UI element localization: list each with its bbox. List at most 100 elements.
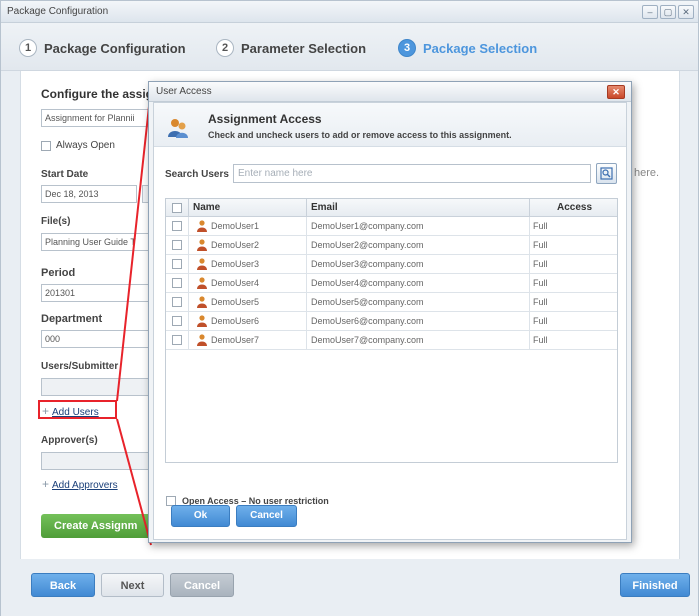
user-icon bbox=[197, 334, 207, 346]
table-row[interactable]: DemoUser3 DemoUser3@company.com Full bbox=[166, 255, 617, 274]
users-submitter-field[interactable] bbox=[41, 378, 151, 396]
files-field[interactable]: Planning User Guide T bbox=[41, 233, 151, 251]
row-checkbox[interactable] bbox=[172, 335, 182, 345]
users-table: Name Email Access DemoUser1 DemoUser1@com… bbox=[165, 198, 618, 463]
close-button[interactable]: ✕ bbox=[678, 5, 694, 19]
table-row[interactable]: DemoUser6 DemoUser6@company.com Full bbox=[166, 312, 617, 331]
user-icon bbox=[197, 258, 207, 270]
user-name-cell: DemoUser6 bbox=[211, 316, 260, 326]
row-checkbox[interactable] bbox=[172, 240, 182, 250]
user-access-dialog: User Access ✕ Assignment Access Check an… bbox=[148, 81, 632, 543]
row-checkbox[interactable] bbox=[172, 259, 182, 269]
step-label: Package Selection bbox=[423, 40, 538, 56]
department-field[interactable]: 000 bbox=[41, 330, 151, 348]
add-approvers-label: Add Approvers bbox=[52, 480, 118, 491]
step-package-configuration[interactable]: 1 Package Configuration bbox=[19, 39, 186, 57]
wizard-footer: Back Next Cancel Finished bbox=[1, 559, 698, 616]
dialog-cancel-button[interactable]: Cancel bbox=[236, 505, 297, 527]
wizard-steps: 1 Package Configuration 2 Parameter Sele… bbox=[1, 23, 698, 71]
user-access-cell: Full bbox=[533, 297, 548, 307]
approvers-field[interactable] bbox=[41, 452, 151, 470]
dialog-titlebar: User Access ✕ bbox=[149, 82, 631, 102]
back-button[interactable]: Back bbox=[31, 573, 95, 597]
window-titlebar: Package Configuration – ▢ ✕ bbox=[1, 1, 698, 23]
user-icon bbox=[197, 239, 207, 251]
approvers-label: Approver(s) bbox=[41, 435, 98, 446]
search-button[interactable] bbox=[596, 163, 617, 184]
dialog-body: Assignment Access Check and uncheck user… bbox=[153, 102, 627, 540]
configure-title: Configure the assig bbox=[41, 87, 154, 101]
minimize-button[interactable]: – bbox=[642, 5, 658, 19]
next-button[interactable]: Next bbox=[101, 573, 164, 597]
user-email-cell: DemoUser4@company.com bbox=[311, 278, 424, 288]
row-checkbox[interactable] bbox=[172, 221, 182, 231]
assignment-name-field[interactable]: Assignment for Plannii bbox=[41, 109, 151, 127]
row-checkbox[interactable] bbox=[172, 278, 182, 288]
start-date-label: Start Date bbox=[41, 169, 89, 180]
add-approvers-link[interactable]: + Add Approvers bbox=[42, 477, 118, 491]
step-label: Parameter Selection bbox=[241, 40, 367, 56]
table-row[interactable]: DemoUser5 DemoUser5@company.com Full bbox=[166, 293, 617, 312]
user-email-cell: DemoUser6@company.com bbox=[311, 316, 424, 326]
users-icon bbox=[168, 119, 188, 138]
user-email-cell: DemoUser3@company.com bbox=[311, 259, 424, 269]
table-row[interactable]: DemoUser7 DemoUser7@company.com Full bbox=[166, 331, 617, 350]
maximize-button[interactable]: ▢ bbox=[660, 5, 676, 19]
select-all-checkbox[interactable] bbox=[172, 203, 182, 213]
user-email-cell: DemoUser2@company.com bbox=[311, 240, 424, 250]
period-field[interactable]: 201301 bbox=[41, 284, 151, 302]
user-access-cell: Full bbox=[533, 221, 548, 231]
always-open-checkbox[interactable] bbox=[41, 140, 51, 151]
step-number: 2 bbox=[216, 39, 234, 57]
row-checkbox[interactable] bbox=[172, 297, 182, 307]
user-name-cell: DemoUser2 bbox=[211, 240, 260, 250]
table-row[interactable]: DemoUser4 DemoUser4@company.com Full bbox=[166, 274, 617, 293]
user-icon bbox=[197, 277, 207, 289]
search-users-input[interactable] bbox=[233, 164, 591, 183]
user-name-cell: DemoUser3 bbox=[211, 259, 260, 269]
user-icon bbox=[197, 220, 207, 232]
period-label: Period bbox=[41, 267, 76, 279]
user-access-cell: Full bbox=[533, 335, 548, 345]
user-access-cell: Full bbox=[533, 316, 548, 326]
step-package-selection[interactable]: 3 Package Selection bbox=[398, 39, 537, 57]
ok-button[interactable]: Ok bbox=[171, 505, 230, 527]
column-header-email[interactable]: Email bbox=[311, 199, 338, 216]
user-name-cell: DemoUser7 bbox=[211, 335, 260, 345]
column-header-access[interactable]: Access bbox=[557, 199, 592, 216]
step-number: 3 bbox=[398, 39, 416, 57]
table-row[interactable]: DemoUser2 DemoUser2@company.com Full bbox=[166, 236, 617, 255]
always-open-option[interactable]: Always Open bbox=[41, 140, 115, 151]
table-header: Name Email Access bbox=[166, 199, 617, 217]
always-open-label: Always Open bbox=[56, 140, 115, 151]
window-title: Package Configuration bbox=[7, 6, 109, 17]
user-email-cell: DemoUser5@company.com bbox=[311, 297, 424, 307]
start-date-field[interactable]: Dec 18, 2013 bbox=[41, 185, 137, 203]
user-access-cell: Full bbox=[533, 278, 548, 288]
column-header-name[interactable]: Name bbox=[193, 199, 220, 216]
department-label: Department bbox=[41, 313, 103, 325]
dialog-close-button[interactable]: ✕ bbox=[607, 85, 625, 99]
drop-hint-text: here. bbox=[634, 167, 660, 179]
search-users-label: Search Users bbox=[165, 169, 229, 180]
search-icon bbox=[600, 167, 613, 180]
cancel-button[interactable]: Cancel bbox=[170, 573, 234, 597]
user-name-cell: DemoUser4 bbox=[211, 278, 260, 288]
user-access-cell: Full bbox=[533, 240, 548, 250]
user-icon bbox=[197, 315, 207, 327]
step-label: Package Configuration bbox=[44, 40, 186, 56]
finished-button[interactable]: Finished bbox=[620, 573, 690, 597]
files-label: File(s) bbox=[41, 216, 71, 227]
dialog-title: User Access bbox=[156, 86, 212, 97]
window-controls: – ▢ ✕ bbox=[642, 5, 694, 19]
dialog-footer: Ok Cancel bbox=[154, 505, 626, 539]
step-parameter-selection[interactable]: 2 Parameter Selection bbox=[216, 39, 366, 57]
add-users-highlight bbox=[38, 400, 117, 419]
dialog-header: Assignment Access Check and uncheck user… bbox=[154, 103, 626, 147]
users-submitter-label: Users/Submitter bbox=[41, 361, 119, 372]
row-checkbox[interactable] bbox=[172, 316, 182, 326]
step-number: 1 bbox=[19, 39, 37, 57]
user-icon bbox=[197, 296, 207, 308]
dialog-heading: Assignment Access bbox=[208, 112, 322, 126]
table-row[interactable]: DemoUser1 DemoUser1@company.com Full bbox=[166, 217, 617, 236]
